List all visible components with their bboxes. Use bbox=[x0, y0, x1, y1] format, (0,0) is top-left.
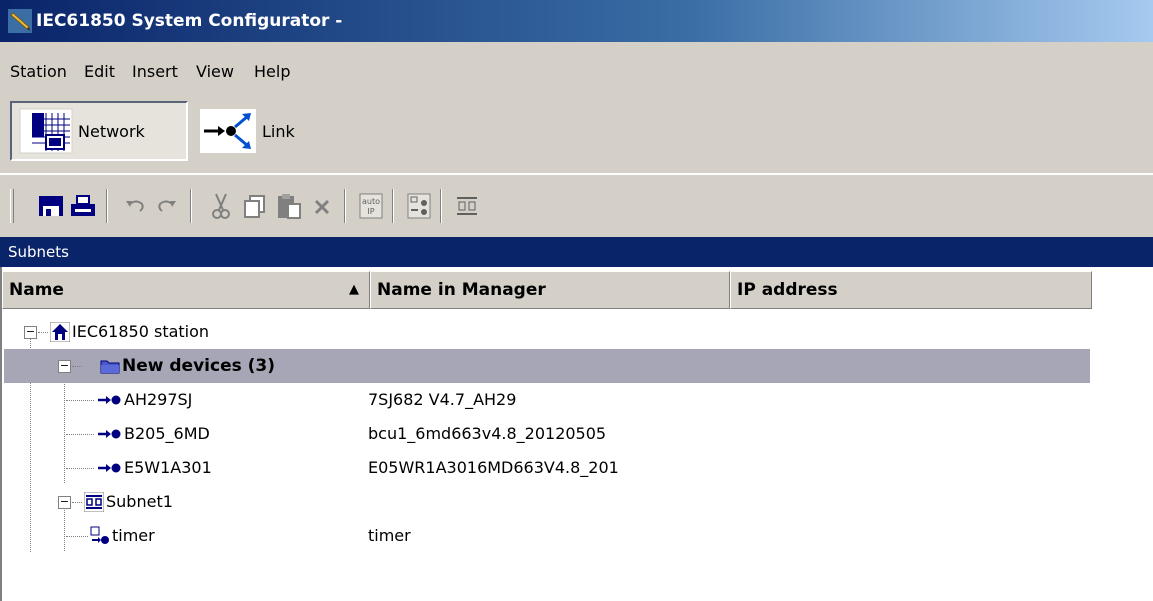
scissors-icon bbox=[212, 193, 230, 219]
save-button[interactable] bbox=[34, 189, 68, 223]
toolbar-separator bbox=[190, 189, 192, 223]
clipboard-icon bbox=[278, 194, 301, 219]
column-header-name[interactable]: Name ▲ bbox=[2, 271, 370, 309]
subnet-button[interactable] bbox=[450, 189, 484, 223]
menu-view[interactable]: View bbox=[196, 62, 234, 81]
sort-ascending-icon: ▲ bbox=[349, 282, 359, 297]
column-header-name-label: Name bbox=[9, 280, 64, 300]
toolbar-separator bbox=[344, 189, 346, 223]
svg-text:IP: IP bbox=[367, 207, 374, 216]
subnets-tree-table: Name ▲ Name in Manager IP address − IEC6… bbox=[0, 267, 1153, 601]
tree-row-device[interactable]: B205_6MD bcu1_6md663v4.8_20120505 bbox=[4, 417, 1090, 451]
tree-label-subnet: Subnet1 bbox=[106, 492, 173, 511]
auto-ip-button[interactable]: auto IP bbox=[354, 189, 388, 223]
device-manager-name: 7SJ682 V4.7_AH29 bbox=[368, 390, 517, 409]
paste-button[interactable] bbox=[272, 189, 306, 223]
device-manager-name: timer bbox=[368, 526, 411, 545]
device-manager-name: E05WR1A3016MD663V4.8_201 bbox=[368, 458, 619, 477]
delete-button[interactable] bbox=[306, 189, 340, 223]
collapse-toggle[interactable]: − bbox=[58, 496, 71, 509]
subnet-icon bbox=[84, 492, 104, 512]
device-button[interactable] bbox=[402, 189, 436, 223]
toolbar-separator bbox=[440, 189, 442, 223]
printer-icon bbox=[71, 195, 95, 216]
ied-icon bbox=[98, 429, 121, 439]
ied-icon bbox=[98, 463, 121, 473]
tree-connector bbox=[38, 332, 48, 333]
toolbar: auto IP bbox=[0, 175, 1153, 237]
network-view-button[interactable]: Network bbox=[10, 101, 188, 161]
link-view-label: Link bbox=[262, 121, 295, 141]
column-header-name-in-manager[interactable]: Name in Manager bbox=[370, 271, 730, 309]
tree-connector bbox=[66, 400, 94, 401]
tree-row-new-devices[interactable]: − New devices (3) bbox=[4, 349, 1090, 383]
copy-icon bbox=[244, 195, 265, 218]
tree-row-subnet[interactable]: − Subnet1 bbox=[4, 485, 1090, 519]
tree-connector bbox=[72, 366, 82, 367]
menu-help[interactable]: Help bbox=[254, 62, 290, 81]
tree-connector bbox=[66, 468, 94, 469]
menu-edit[interactable]: Edit bbox=[84, 62, 115, 81]
tree-label-station: IEC61850 station bbox=[72, 322, 210, 341]
title-bar: IEC61850 System Configurator - bbox=[0, 0, 1153, 42]
pen-icon bbox=[8, 9, 32, 33]
undo-icon bbox=[126, 200, 144, 212]
device-name: E5W1A301 bbox=[124, 458, 212, 477]
svg-text:auto: auto bbox=[362, 197, 380, 206]
column-header-manager-label: Name in Manager bbox=[377, 280, 546, 300]
save-icon bbox=[39, 196, 63, 216]
house-icon bbox=[50, 322, 70, 342]
subnets-panel-header: Subnets bbox=[0, 237, 1153, 267]
network-view-label: Network bbox=[78, 121, 145, 141]
subnet-toolbar-icon bbox=[457, 197, 477, 215]
tree-label-new-devices: New devices (3) bbox=[122, 356, 275, 376]
toolbar-grip[interactable] bbox=[10, 189, 14, 223]
ied-icon bbox=[98, 395, 121, 405]
copy-button[interactable] bbox=[238, 189, 272, 223]
window-title: IEC61850 System Configurator - bbox=[36, 11, 343, 31]
collapse-toggle[interactable]: − bbox=[24, 326, 37, 339]
device-name: AH297SJ bbox=[124, 390, 193, 409]
delete-x-icon bbox=[314, 199, 330, 215]
redo-button[interactable] bbox=[150, 189, 184, 223]
device-icon bbox=[407, 193, 431, 219]
device-name: timer bbox=[112, 526, 155, 545]
menu-insert[interactable]: Insert bbox=[132, 62, 178, 81]
tree-row-device[interactable]: E5W1A301 E05WR1A3016MD663V4.8_201 bbox=[4, 451, 1090, 485]
view-bar: Network Link bbox=[0, 95, 1153, 173]
timer-device-icon bbox=[90, 526, 109, 544]
link-view-button[interactable]: Link bbox=[192, 101, 312, 161]
menu-bar: Station Edit Insert View Help bbox=[0, 42, 1153, 102]
tree-connector bbox=[66, 434, 94, 435]
folder-icon bbox=[100, 360, 120, 374]
menu-station[interactable]: Station bbox=[10, 62, 67, 81]
network-grid-icon bbox=[19, 108, 73, 154]
cut-button[interactable] bbox=[204, 189, 238, 223]
column-header-ip-label: IP address bbox=[737, 280, 838, 300]
tree-row-timer[interactable]: timer timer bbox=[4, 519, 1090, 553]
redo-icon bbox=[158, 200, 176, 212]
tree-row-station[interactable]: − IEC61850 station bbox=[4, 315, 1090, 349]
tree-connector bbox=[72, 502, 82, 503]
device-manager-name: bcu1_6md663v4.8_20120505 bbox=[368, 424, 607, 443]
column-header-ip-address[interactable]: IP address bbox=[730, 271, 1092, 309]
tree-row-device[interactable]: AH297SJ 7SJ682 V4.7_AH29 bbox=[4, 383, 1090, 417]
undo-button[interactable] bbox=[118, 189, 152, 223]
tree-connector bbox=[66, 536, 88, 537]
collapse-toggle[interactable]: − bbox=[58, 360, 71, 373]
toolbar-separator bbox=[392, 189, 394, 223]
device-name: B205_6MD bbox=[124, 424, 210, 443]
print-button[interactable] bbox=[66, 189, 100, 223]
auto-ip-icon: auto IP bbox=[359, 193, 383, 219]
link-icon bbox=[200, 109, 256, 153]
toolbar-separator bbox=[106, 189, 108, 223]
